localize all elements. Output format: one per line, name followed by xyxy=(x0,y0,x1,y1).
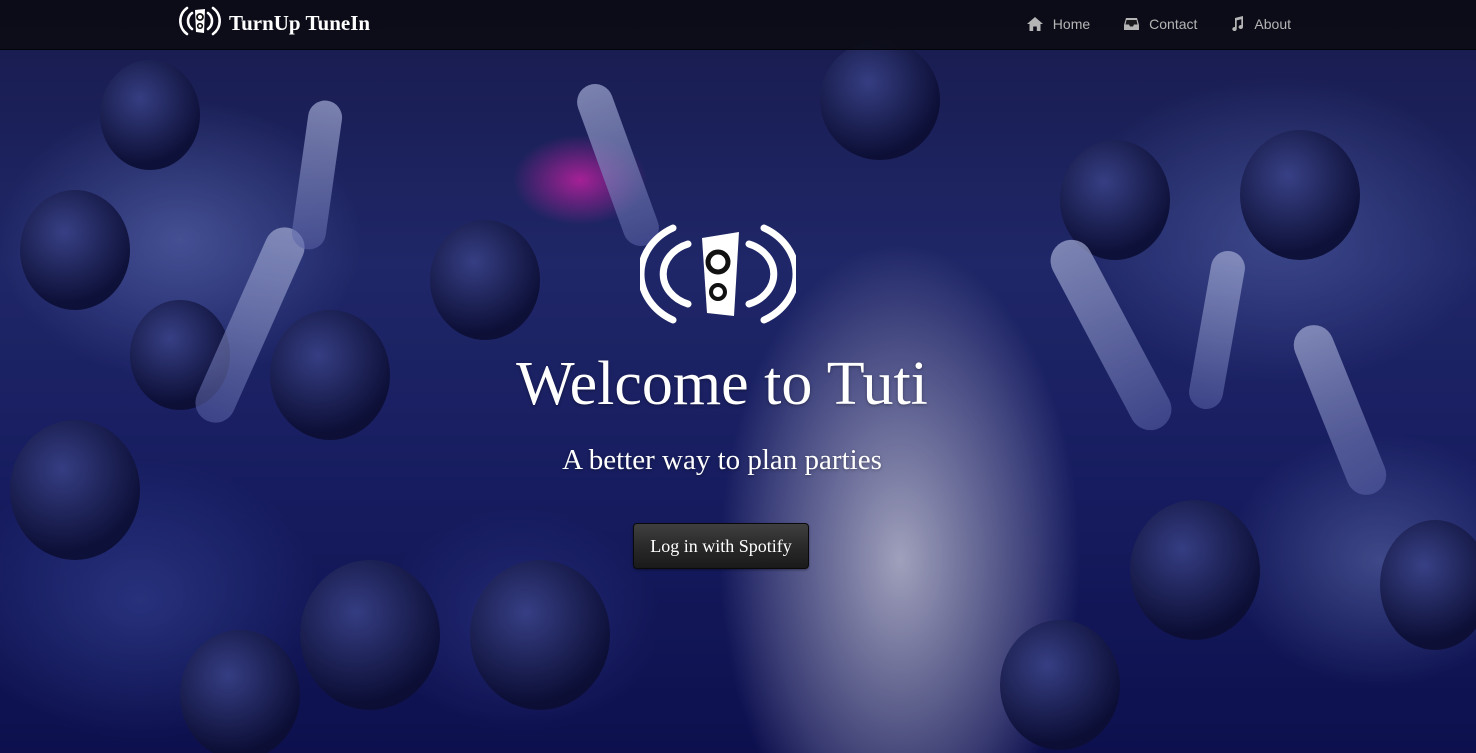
nav-item-home[interactable]: Home xyxy=(1026,15,1091,32)
hero-section: Welcome to Tuti A better way to plan par… xyxy=(0,0,1476,753)
nav-item-contact[interactable]: Contact xyxy=(1124,16,1197,32)
nav-menu: Home Contact About xyxy=(1026,0,1291,47)
hero-subtitle: A better way to plan parties xyxy=(562,444,882,476)
navbar: TurnUp TuneIn Home Contact About xyxy=(0,0,1476,50)
speaker-broadcast-icon xyxy=(637,222,800,331)
brand-link[interactable]: TurnUp TuneIn xyxy=(177,5,370,41)
nav-item-label: Home xyxy=(1052,15,1091,32)
nav-item-label: Contact xyxy=(1149,15,1198,32)
brand-name: TurnUp TuneIn xyxy=(229,10,371,35)
home-icon xyxy=(1026,16,1043,31)
inbox-icon xyxy=(1124,17,1140,31)
nav-item-label: About xyxy=(1254,15,1291,32)
speaker-broadcast-icon xyxy=(177,4,223,43)
hero-title: Welcome to Tuti xyxy=(516,350,928,418)
music-note-icon xyxy=(1231,16,1244,31)
page: TurnUp TuneIn Home Contact About Welcome… xyxy=(0,0,1476,753)
nav-item-about[interactable]: About xyxy=(1231,16,1291,32)
login-with-spotify-button[interactable]: Log in with Spotify xyxy=(633,523,809,569)
